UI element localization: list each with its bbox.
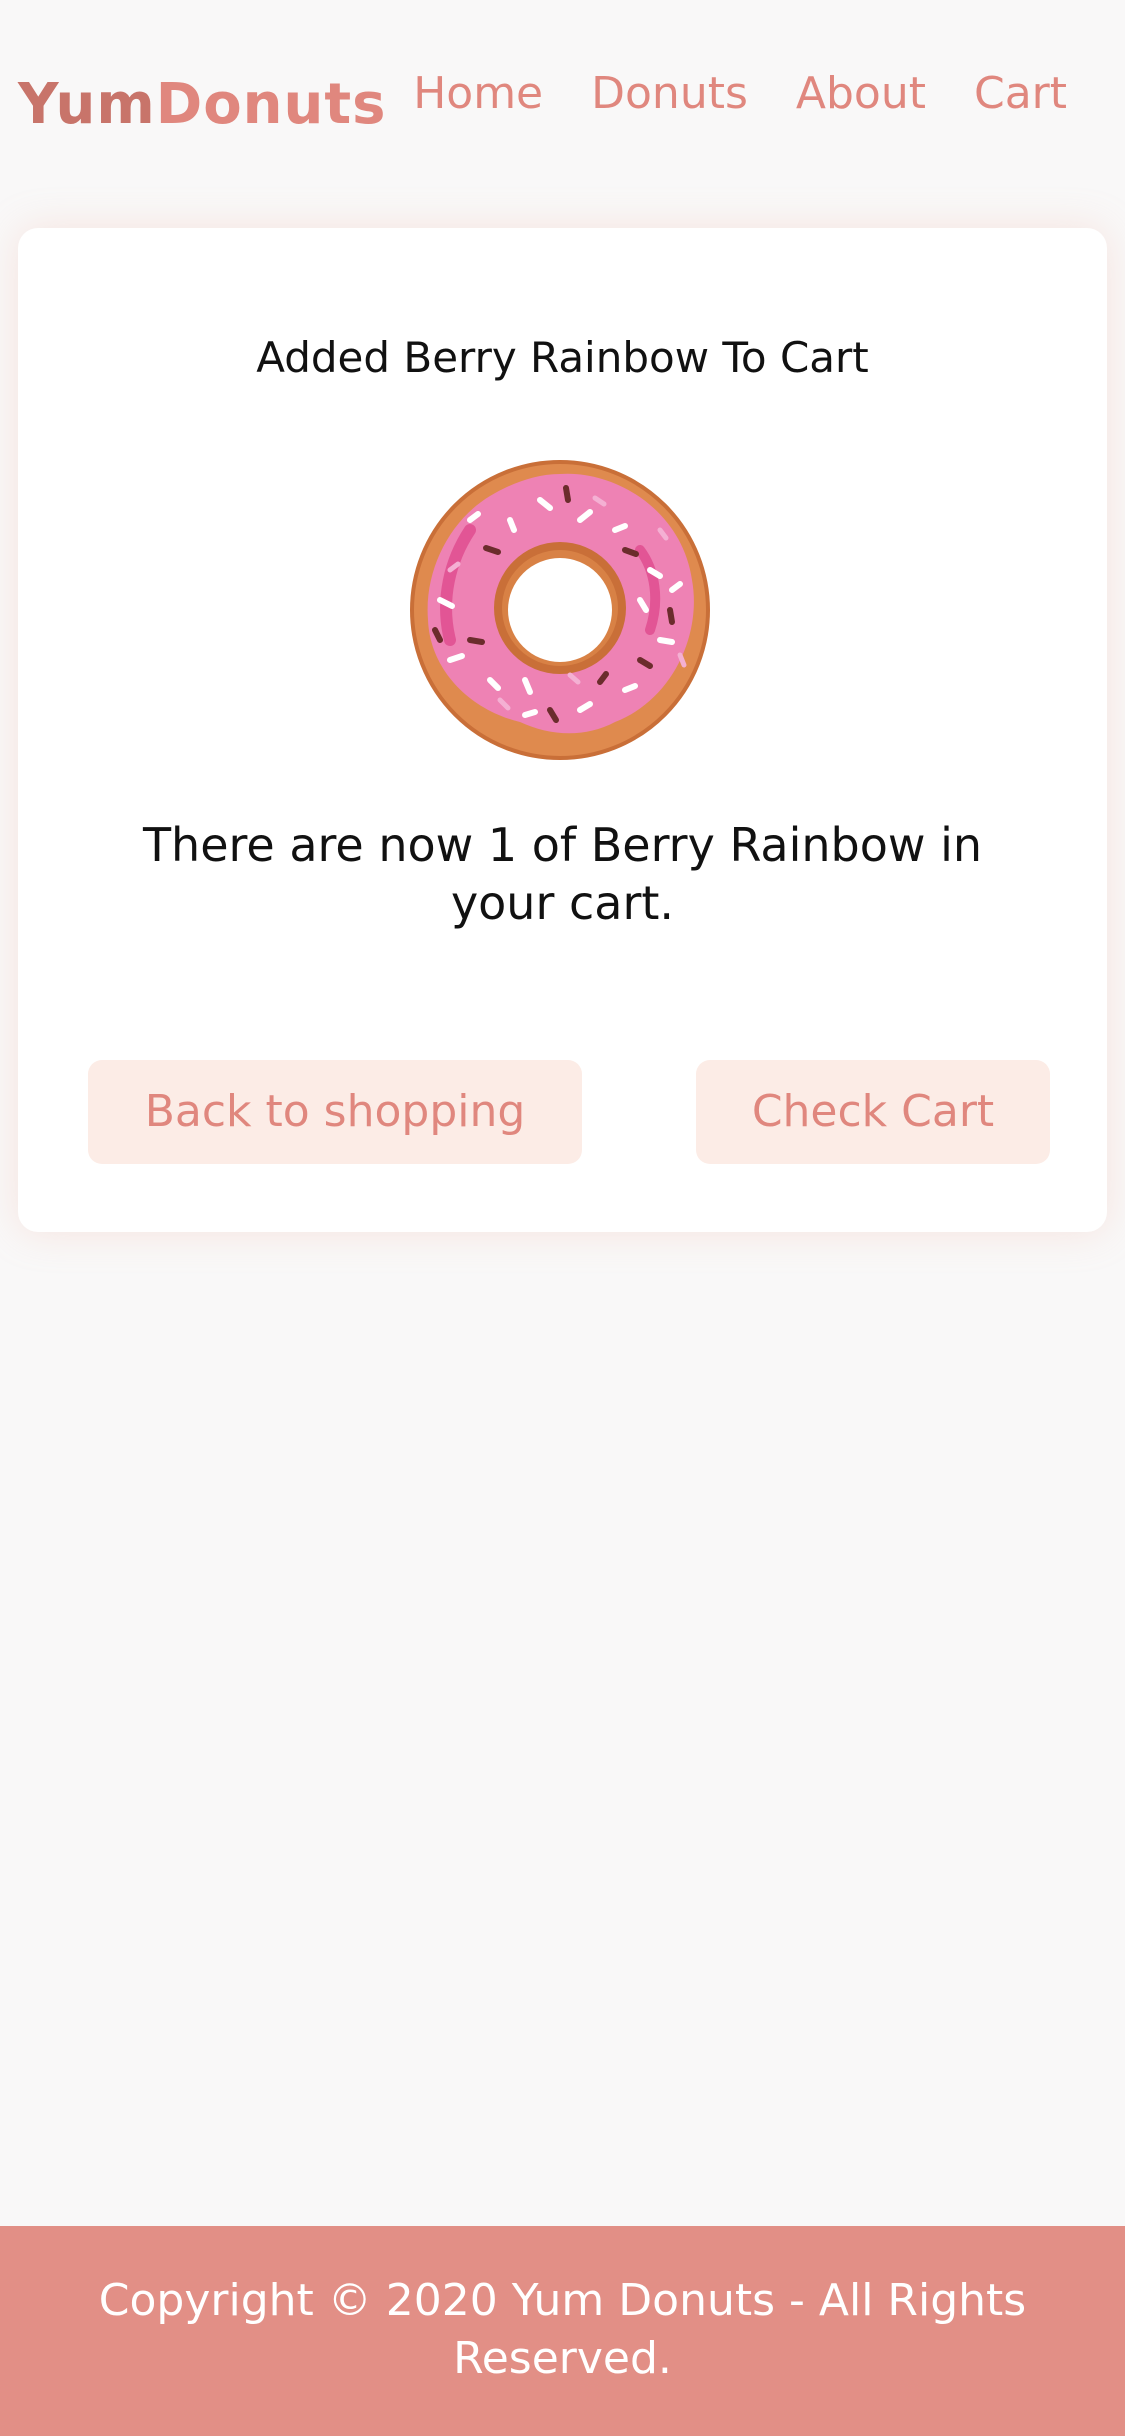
main-nav: Home Donuts About Cart [413, 64, 1067, 124]
confirmation-message: There are now 1 of Berry Rainbow in your… [142, 818, 983, 930]
donut-illustration [410, 460, 710, 760]
confirmation-title: Added Berry Rainbow To Cart [256, 333, 869, 382]
page: YumDonuts Home Donuts About Cart Added B… [0, 0, 1125, 2436]
header: YumDonuts Home Donuts About Cart [0, 0, 1125, 200]
nav-item-about[interactable]: About [796, 64, 926, 124]
nav-item-home[interactable]: Home [413, 64, 543, 124]
check-cart-button[interactable]: Check Cart [696, 1060, 1050, 1164]
brand-logo-part2: Donuts [155, 72, 387, 137]
footer: Copyright © 2020 Yum Donuts - All Rights… [0, 2226, 1125, 2436]
nav-item-donuts[interactable]: Donuts [591, 64, 748, 124]
nav-item-cart[interactable]: Cart [974, 64, 1067, 124]
confirmation-card: Added Berry Rainbow To Cart There are no… [18, 228, 1107, 1232]
footer-copyright: Copyright © 2020 Yum Donuts - All Rights… [98, 2275, 1027, 2384]
back-to-shopping-button[interactable]: Back to shopping [88, 1060, 582, 1164]
brand-logo[interactable]: YumDonuts [18, 70, 387, 140]
brand-logo-part1: Yum [18, 72, 156, 137]
